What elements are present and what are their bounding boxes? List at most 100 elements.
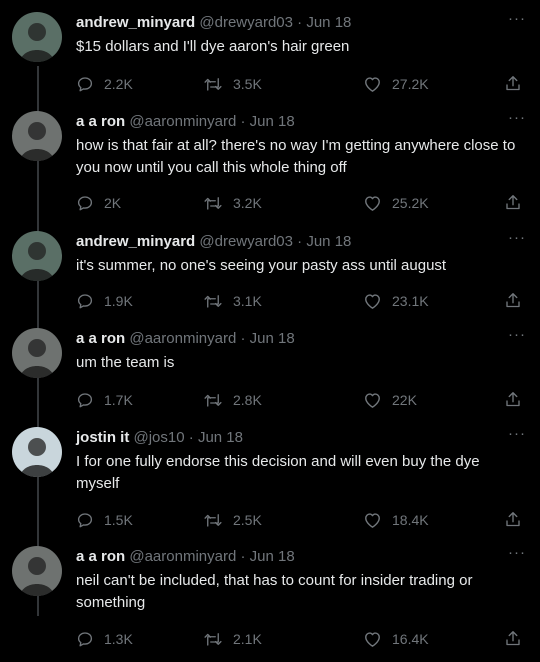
retweet-count: 2.8K bbox=[233, 392, 262, 408]
user-handle[interactable]: @drewyard03 bbox=[199, 14, 293, 31]
user-handle[interactable]: @aaronminyard bbox=[129, 330, 236, 347]
reply-count: 1.7K bbox=[104, 392, 133, 408]
reply-count: 1.3K bbox=[104, 631, 133, 647]
reply-button[interactable]: 1.3K bbox=[76, 629, 133, 649]
retweet-button[interactable]: 3.2K bbox=[203, 193, 262, 213]
user-handle[interactable]: @aaronminyard bbox=[129, 113, 236, 130]
share-icon bbox=[506, 76, 520, 91]
share-icon bbox=[506, 195, 520, 210]
retweet-count: 3.5K bbox=[233, 76, 262, 92]
heart-icon bbox=[365, 294, 380, 309]
user-handle[interactable]: @drewyard03 bbox=[199, 233, 293, 250]
share-button[interactable] bbox=[504, 510, 522, 534]
tweet-date[interactable]: Jun 18 bbox=[250, 113, 295, 130]
tweet-text: it's summer, no one's seeing your pasty … bbox=[76, 257, 447, 274]
action-bar: 1.9K 3.1K 23.1K bbox=[76, 291, 526, 311]
reply-count: 1.9K bbox=[104, 293, 133, 309]
retweet-icon bbox=[204, 295, 222, 308]
share-button[interactable] bbox=[504, 291, 522, 315]
reply-button[interactable]: 2K bbox=[76, 193, 121, 213]
more-options-icon[interactable]: ··· bbox=[508, 230, 526, 245]
tweet-date[interactable]: Jun 18 bbox=[306, 14, 351, 31]
retweet-count: 2.5K bbox=[233, 512, 262, 528]
avatar[interactable] bbox=[12, 12, 62, 62]
tweet-date[interactable]: Jun 18 bbox=[250, 548, 295, 565]
share-icon bbox=[506, 631, 520, 646]
display-name[interactable]: andrew_minyard bbox=[76, 233, 195, 250]
reply-button[interactable]: 1.9K bbox=[76, 291, 133, 311]
tweet-text: how is that fair at all? there's no way … bbox=[76, 137, 516, 176]
share-button[interactable] bbox=[504, 193, 522, 217]
like-button[interactable]: 27.2K bbox=[363, 74, 429, 94]
display-name[interactable]: andrew_minyard bbox=[76, 14, 195, 31]
like-count: 16.4K bbox=[392, 631, 429, 647]
user-handle[interactable]: @aaronminyard bbox=[129, 548, 236, 565]
display-name[interactable]: a a ron bbox=[76, 113, 125, 130]
separator-dot: · bbox=[297, 233, 307, 250]
tweet-header: andrew_minyard @drewyard03 · Jun 18 bbox=[76, 12, 351, 34]
share-button[interactable] bbox=[504, 74, 522, 98]
reply-icon bbox=[77, 294, 93, 309]
retweet-count: 3.2K bbox=[233, 195, 262, 211]
reply-button[interactable]: 1.7K bbox=[76, 390, 133, 410]
more-options-icon[interactable]: ··· bbox=[508, 110, 526, 125]
retweet-icon bbox=[204, 394, 222, 407]
tweet-text: neil can't be included, that has to coun… bbox=[76, 572, 473, 611]
reply-button[interactable]: 2.2K bbox=[76, 74, 133, 94]
more-options-icon[interactable]: ··· bbox=[508, 327, 526, 342]
heart-icon bbox=[365, 632, 380, 647]
tweet-text: um the team is bbox=[76, 354, 175, 371]
like-button[interactable]: 23.1K bbox=[363, 291, 429, 311]
user-handle[interactable]: @jos10 bbox=[134, 429, 185, 446]
retweet-button[interactable]: 3.1K bbox=[203, 291, 262, 311]
like-count: 22K bbox=[392, 392, 417, 408]
reply-icon bbox=[77, 513, 93, 528]
share-button[interactable] bbox=[504, 629, 522, 653]
like-button[interactable]: 25.2K bbox=[363, 193, 429, 213]
retweet-button[interactable]: 2.1K bbox=[203, 629, 262, 649]
avatar[interactable] bbox=[12, 427, 62, 477]
tweet-date[interactable]: Jun 18 bbox=[306, 233, 351, 250]
more-options-icon[interactable]: ··· bbox=[508, 11, 526, 26]
reply-icon bbox=[77, 632, 93, 647]
tweet-date[interactable]: Jun 18 bbox=[198, 429, 243, 446]
avatar[interactable] bbox=[12, 231, 62, 281]
like-button[interactable]: 16.4K bbox=[363, 629, 429, 649]
action-bar: 1.5K 2.5K 18.4K bbox=[76, 510, 526, 530]
avatar[interactable] bbox=[12, 111, 62, 161]
share-icon bbox=[506, 293, 520, 308]
tweet-header: jostin it @jos10 · Jun 18 bbox=[76, 427, 243, 449]
avatar[interactable] bbox=[12, 546, 62, 596]
more-options-icon[interactable]: ··· bbox=[508, 545, 526, 560]
like-count: 25.2K bbox=[392, 195, 429, 211]
avatar[interactable] bbox=[12, 328, 62, 378]
separator-dot: · bbox=[297, 14, 307, 31]
tweet-header: a a ron @aaronminyard · Jun 18 bbox=[76, 111, 295, 133]
retweet-icon bbox=[204, 514, 222, 527]
separator-dot: · bbox=[240, 113, 250, 130]
heart-icon bbox=[365, 77, 380, 92]
retweet-button[interactable]: 3.5K bbox=[203, 74, 262, 94]
like-count: 23.1K bbox=[392, 293, 429, 309]
share-icon bbox=[506, 392, 520, 407]
reply-count: 1.5K bbox=[104, 512, 133, 528]
tweet-header: a a ron @aaronminyard · Jun 18 bbox=[76, 328, 295, 350]
retweet-button[interactable]: 2.8K bbox=[203, 390, 262, 410]
like-button[interactable]: 18.4K bbox=[363, 510, 429, 530]
reply-icon bbox=[77, 196, 93, 211]
more-options-icon[interactable]: ··· bbox=[508, 426, 526, 441]
retweet-count: 3.1K bbox=[233, 293, 262, 309]
action-bar: 1.3K 2.1K 16.4K bbox=[76, 629, 526, 649]
reply-count: 2K bbox=[104, 195, 122, 211]
share-button[interactable] bbox=[504, 390, 522, 414]
reply-button[interactable]: 1.5K bbox=[76, 510, 133, 530]
display-name[interactable]: a a ron bbox=[76, 330, 125, 347]
display-name[interactable]: a a ron bbox=[76, 548, 125, 565]
tweet-text: $15 dollars and I'll dye aaron's hair gr… bbox=[76, 38, 350, 55]
like-button[interactable]: 22K bbox=[363, 390, 417, 410]
display-name[interactable]: jostin it bbox=[76, 429, 129, 446]
retweet-button[interactable]: 2.5K bbox=[203, 510, 262, 530]
heart-icon bbox=[365, 513, 380, 528]
reply-icon bbox=[77, 393, 93, 408]
tweet-date[interactable]: Jun 18 bbox=[250, 330, 295, 347]
